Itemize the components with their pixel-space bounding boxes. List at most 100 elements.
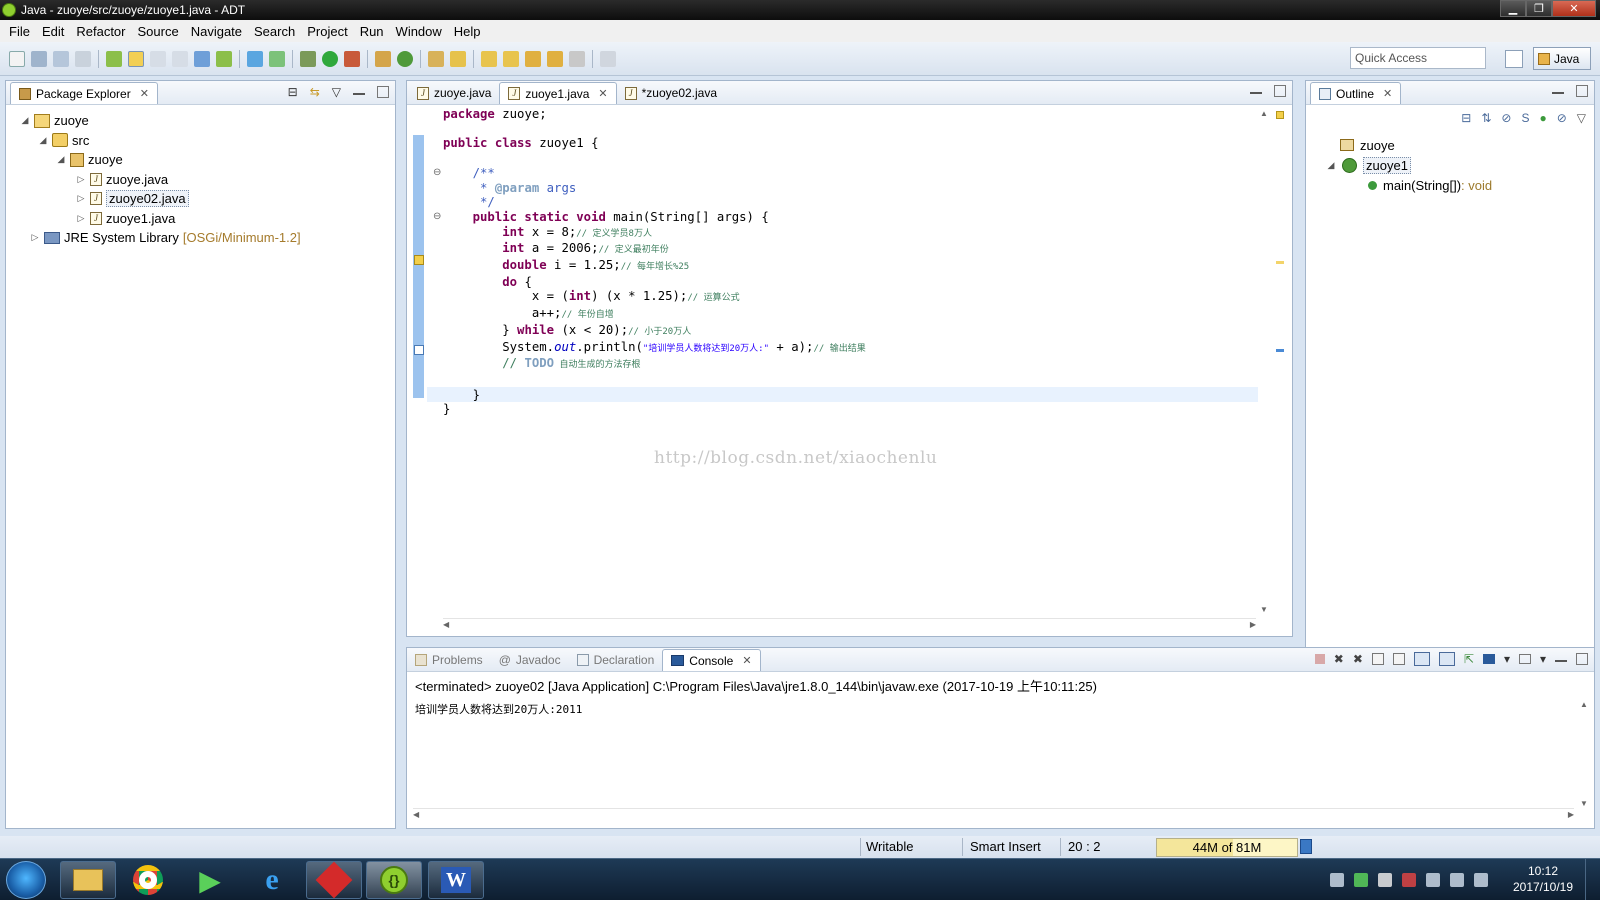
task-overview-marker[interactable]: [1276, 349, 1284, 352]
outline-item-class[interactable]: ◢ zuoye1: [1326, 155, 1594, 175]
tree-item-project[interactable]: ◢ zuoye: [20, 111, 395, 131]
link-editor-icon[interactable]: ⇆: [310, 85, 320, 99]
close-icon[interactable]: ✕: [140, 87, 149, 100]
new-icon[interactable]: [9, 51, 25, 67]
pin-editor-icon[interactable]: [600, 51, 616, 67]
scroll-left-icon[interactable]: ◀: [443, 620, 449, 629]
maximize-view-icon[interactable]: [1576, 653, 1588, 665]
hide-local-types-icon[interactable]: ⊘: [1557, 111, 1567, 125]
scroll-right-icon[interactable]: ▶: [1250, 620, 1256, 629]
android-sdk-icon[interactable]: [106, 51, 122, 67]
volume-icon[interactable]: [1402, 873, 1416, 887]
close-icon[interactable]: ✕: [1383, 87, 1392, 100]
clear-console-icon[interactable]: [1371, 653, 1384, 665]
fold-collapse-icon[interactable]: ⊖: [433, 211, 441, 222]
collapse-all-icon[interactable]: ⊟: [288, 85, 298, 99]
tree-item-package[interactable]: ◢ zuoye: [20, 150, 395, 170]
expanded-arrow-icon[interactable]: ◢: [20, 115, 30, 126]
expanded-arrow-icon[interactable]: ◢: [38, 135, 48, 146]
collapse-all-icon[interactable]: ⊟: [1461, 111, 1471, 125]
scroll-right-icon[interactable]: ▶: [1568, 810, 1574, 819]
last-edit-icon[interactable]: [525, 51, 541, 67]
remove-launch-icon[interactable]: ✖: [1334, 652, 1344, 666]
minimize-view-icon[interactable]: [1552, 92, 1564, 94]
tab-package-explorer[interactable]: Package Explorer ✕: [10, 82, 158, 104]
open-type-icon[interactable]: [428, 51, 444, 67]
hide-static-icon[interactable]: S: [1521, 111, 1529, 125]
warning-overview-marker[interactable]: [1276, 261, 1284, 264]
hide-fields-icon[interactable]: ⊘: [1501, 111, 1511, 125]
tab-editor-zuoye02[interactable]: J *zuoye02.java: [617, 82, 725, 104]
speaker-icon[interactable]: [1450, 873, 1464, 887]
mark-occurrences-icon[interactable]: [128, 51, 144, 67]
block-selection-icon[interactable]: [150, 51, 166, 67]
run-icon[interactable]: [322, 51, 338, 67]
editor-horizontal-scrollbar[interactable]: ◀ ▶: [443, 618, 1256, 632]
menu-search[interactable]: Search: [248, 24, 301, 39]
garbage-collect-icon[interactable]: [1300, 839, 1312, 854]
show-desktop-button[interactable]: [1585, 859, 1600, 900]
flag-icon[interactable]: [1378, 873, 1392, 887]
new-package-icon[interactable]: [375, 51, 391, 67]
show-whitespace-icon[interactable]: [172, 51, 188, 67]
console-horizontal-scrollbar[interactable]: ◀ ▶: [413, 808, 1574, 820]
menu-file[interactable]: File: [3, 24, 36, 39]
tray-app-icon[interactable]: [1354, 873, 1368, 887]
fold-collapse-icon[interactable]: ⊖: [433, 167, 441, 178]
taskbar-adt[interactable]: {}: [366, 861, 422, 899]
console-vertical-scrollbar[interactable]: ▲ ▼: [1578, 700, 1590, 808]
new-class-icon[interactable]: [397, 51, 413, 67]
tree-item-library[interactable]: ▷ JRE System Library [OSGi/Minimum-1.2]: [20, 228, 395, 248]
minimize-button[interactable]: ▁: [1500, 0, 1526, 17]
source-code[interactable]: package zuoye; public class zuoye1 { /**…: [443, 107, 866, 417]
scroll-down-icon[interactable]: ▼: [1580, 799, 1588, 808]
download-icon[interactable]: [194, 51, 210, 67]
menu-refactor[interactable]: Refactor: [70, 24, 131, 39]
maximize-view-icon[interactable]: [377, 86, 389, 98]
menu-run[interactable]: Run: [354, 24, 390, 39]
menu-help[interactable]: Help: [448, 24, 487, 39]
display-console-icon[interactable]: [1482, 654, 1495, 664]
tree-item-file[interactable]: ▷ J zuoye1.java: [20, 209, 395, 229]
maximize-view-icon[interactable]: [1274, 85, 1286, 97]
open-perspective-icon[interactable]: [1505, 50, 1523, 68]
scroll-lock-icon[interactable]: [1392, 653, 1405, 665]
scroll-left-icon[interactable]: ◀: [413, 810, 419, 819]
prev-annotation-icon[interactable]: [503, 51, 519, 67]
collapsed-arrow-icon[interactable]: ▷: [76, 213, 86, 224]
sort-icon[interactable]: ⇅: [1481, 111, 1491, 125]
terminate-icon[interactable]: [1314, 654, 1325, 664]
heap-status[interactable]: 44M of 81M: [1156, 838, 1298, 857]
taskbar-chrome[interactable]: [120, 861, 176, 899]
collapsed-arrow-icon[interactable]: ▷: [30, 232, 40, 243]
menu-source[interactable]: Source: [132, 24, 185, 39]
tab-javadoc[interactable]: @ Javadoc: [491, 649, 569, 671]
warning-overview-marker[interactable]: [1276, 111, 1284, 119]
minimize-view-icon[interactable]: [1555, 660, 1567, 662]
taskbar-word[interactable]: W: [428, 861, 484, 899]
menu-project[interactable]: Project: [301, 24, 353, 39]
taskbar-explorer[interactable]: [60, 861, 116, 899]
outline-item-package[interactable]: zuoye: [1326, 135, 1594, 155]
show-on-stdout-icon[interactable]: [1413, 652, 1430, 666]
console-output[interactable]: 培训学员人数将达到20万人:2011: [407, 699, 1594, 719]
taskbar-app-red[interactable]: [306, 861, 362, 899]
scroll-down-icon[interactable]: ▼: [1260, 605, 1268, 614]
tab-problems[interactable]: Problems: [407, 649, 491, 671]
java-perspective-button[interactable]: Java: [1533, 47, 1591, 70]
overview-ruler[interactable]: [1274, 109, 1286, 614]
scroll-up-icon[interactable]: ▲: [1260, 109, 1268, 118]
next-annotation-icon[interactable]: [481, 51, 497, 67]
tab-editor-zuoye1[interactable]: J zuoye1.java ✕: [499, 82, 617, 104]
open-console-icon[interactable]: [1518, 654, 1531, 664]
expanded-arrow-icon[interactable]: ◢: [1326, 160, 1336, 171]
system-clock[interactable]: 10:12 2017/10/19: [1508, 863, 1578, 895]
menu-edit[interactable]: Edit: [36, 24, 70, 39]
save-icon[interactable]: [31, 51, 47, 67]
menu-navigate[interactable]: Navigate: [185, 24, 248, 39]
taskbar-internet-explorer[interactable]: e: [244, 861, 300, 899]
device-icon[interactable]: [216, 51, 232, 67]
hide-nonpublic-icon[interactable]: ●: [1539, 111, 1546, 125]
view-menu-icon[interactable]: ▽: [332, 85, 341, 99]
back-icon[interactable]: [547, 51, 563, 67]
